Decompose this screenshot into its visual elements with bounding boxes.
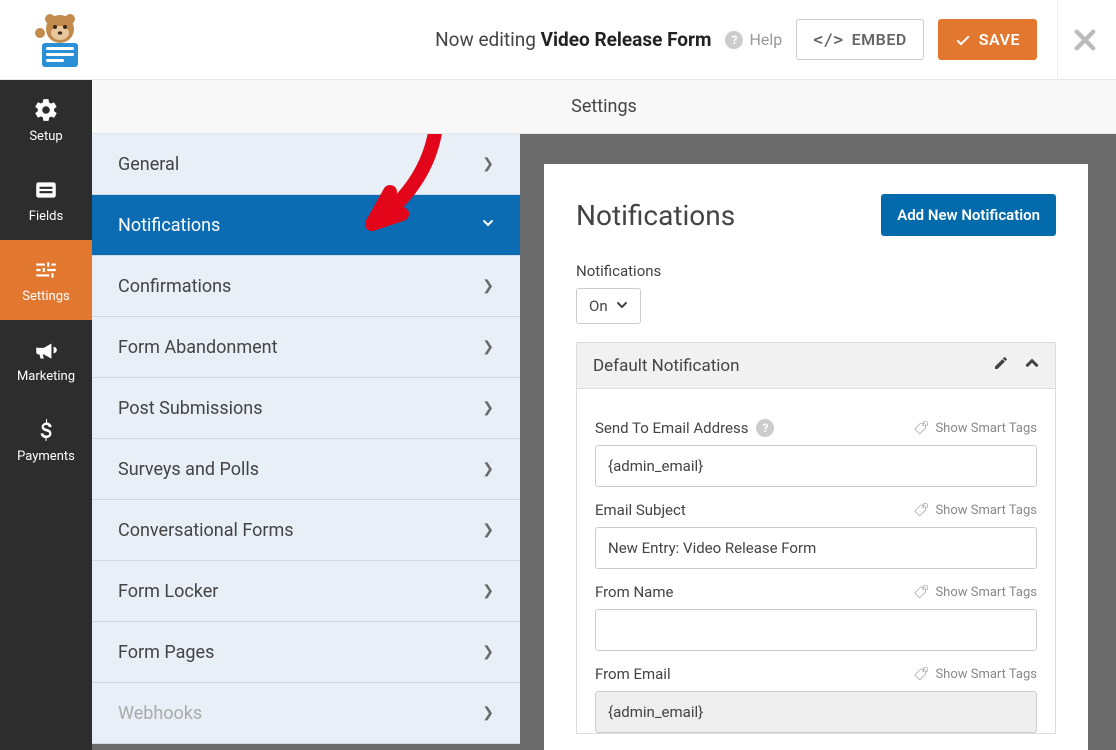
settings-item-webhooks[interactable]: Webhooks ❯: [92, 683, 520, 744]
chevron-right-icon: ❯: [482, 156, 494, 172]
settings-item-form-abandonment[interactable]: Form Abandonment ❯: [92, 317, 520, 378]
rail-settings[interactable]: Settings: [0, 240, 92, 320]
edit-icon[interactable]: [993, 355, 1009, 376]
bullhorn-icon: [33, 337, 59, 363]
settings-item-label: Notifications: [118, 215, 220, 236]
subpanel-title: Default Notification: [593, 356, 739, 376]
chevron-right-icon: ❯: [482, 278, 494, 294]
show-smart-tags-link[interactable]: 🏷 Show Smart Tags: [913, 503, 1037, 518]
settings-item-form-pages[interactable]: Form Pages ❯: [92, 622, 520, 683]
app-logo: [20, 11, 105, 69]
rail-marketing[interactable]: Marketing: [0, 320, 92, 400]
toggle-label: Notifications: [576, 262, 1056, 280]
chevron-right-icon: ❯: [482, 705, 494, 721]
check-icon: [955, 30, 971, 49]
from-name-input[interactable]: [595, 609, 1037, 651]
rail-item-label: Payments: [17, 449, 75, 464]
now-editing-label: Now editing Video Release Form: [435, 28, 711, 51]
settings-item-label: Conversational Forms: [118, 520, 294, 541]
settings-item-label: Webhooks: [118, 703, 202, 724]
tag-icon: 🏷: [913, 585, 930, 600]
chevron-down-icon: [616, 297, 628, 315]
settings-item-label: General: [118, 154, 179, 175]
fields-icon: [33, 177, 59, 203]
settings-item-label: Post Submissions: [118, 398, 262, 419]
help-link[interactable]: ? Help: [725, 30, 782, 49]
settings-item-label: Form Pages: [118, 642, 214, 663]
close-button[interactable]: [1057, 0, 1096, 80]
settings-item-general[interactable]: General ❯: [92, 134, 520, 195]
settings-header: Settings: [92, 80, 1116, 134]
code-icon: </>: [813, 30, 843, 49]
help-icon: ?: [725, 31, 743, 49]
settings-item-post-submissions[interactable]: Post Submissions ❯: [92, 378, 520, 439]
chevron-right-icon: ❯: [482, 644, 494, 660]
form-name: Video Release Form: [541, 28, 712, 51]
settings-item-notifications[interactable]: Notifications: [92, 195, 520, 256]
tag-icon: 🏷: [913, 503, 930, 518]
rail-item-label: Setup: [29, 129, 62, 144]
field-label: Email Subject: [595, 501, 686, 519]
settings-item-form-locker[interactable]: Form Locker ❯: [92, 561, 520, 622]
save-button[interactable]: SAVE: [938, 19, 1037, 60]
settings-item-conversational-forms[interactable]: Conversational Forms ❯: [92, 500, 520, 561]
rail-setup[interactable]: Setup: [0, 80, 92, 160]
chevron-right-icon: ❯: [482, 522, 494, 538]
rail-item-label: Settings: [22, 289, 69, 304]
email-subject-input[interactable]: [595, 527, 1037, 569]
chevron-down-icon: [482, 217, 494, 233]
chevron-right-icon: ❯: [482, 339, 494, 355]
settings-item-confirmations[interactable]: Confirmations ❯: [92, 256, 520, 317]
builder-rail: Setup Fields Settings Marketing Payments: [0, 80, 92, 750]
show-smart-tags-link[interactable]: 🏷 Show Smart Tags: [913, 667, 1037, 682]
show-smart-tags-link[interactable]: 🏷 Show Smart Tags: [913, 585, 1037, 600]
add-notification-button[interactable]: Add New Notification: [881, 194, 1056, 236]
field-label: From Email: [595, 665, 671, 683]
embed-button[interactable]: </> EMBED: [796, 19, 924, 60]
notifications-toggle[interactable]: On: [576, 288, 641, 324]
tag-icon: 🏷: [913, 667, 930, 682]
settings-item-label: Surveys and Polls: [118, 459, 259, 480]
help-icon[interactable]: ?: [756, 419, 774, 437]
notifications-panel: Notifications Add New Notification Notif…: [544, 164, 1088, 750]
tag-icon: 🏷: [913, 421, 930, 436]
chevron-right-icon: ❯: [482, 400, 494, 416]
gear-icon: [33, 97, 59, 123]
rail-item-label: Fields: [29, 209, 63, 224]
settings-item-label: Form Locker: [118, 581, 218, 602]
settings-menu: General ❯ Notifications Confirmations ❯ …: [92, 134, 520, 750]
collapse-icon[interactable]: [1025, 355, 1039, 376]
panel-title: Notifications: [576, 199, 735, 232]
send-to-email-input[interactable]: [595, 445, 1037, 487]
default-notification-block: Default Notification: [576, 342, 1056, 734]
sliders-icon: [33, 257, 59, 283]
show-smart-tags-link[interactable]: 🏷 Show Smart Tags: [913, 421, 1037, 436]
chevron-right-icon: ❯: [482, 583, 494, 599]
settings-item-surveys-polls[interactable]: Surveys and Polls ❯: [92, 439, 520, 500]
settings-item-label: Confirmations: [118, 276, 231, 297]
settings-item-label: Form Abandonment: [118, 337, 277, 358]
field-label: Send To Email Address: [595, 419, 748, 437]
from-email-input[interactable]: [595, 691, 1037, 733]
rail-payments[interactable]: Payments: [0, 400, 92, 480]
rail-item-label: Marketing: [17, 369, 75, 384]
rail-fields[interactable]: Fields: [0, 160, 92, 240]
field-label: From Name: [595, 583, 673, 601]
chevron-right-icon: ❯: [482, 461, 494, 477]
dollar-icon: [33, 417, 59, 443]
